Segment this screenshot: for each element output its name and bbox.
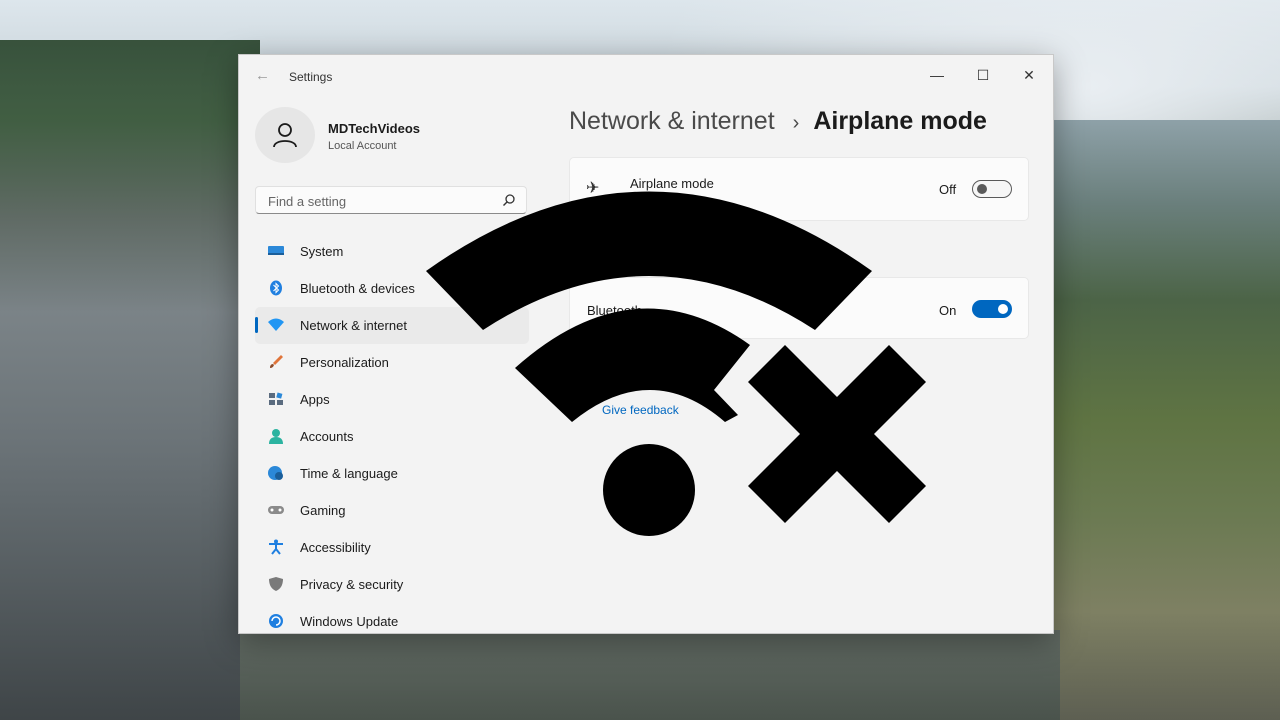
app-title: Settings bbox=[289, 70, 333, 84]
avatar bbox=[255, 107, 315, 163]
sidebar-item-personalization[interactable]: Personalization bbox=[255, 344, 529, 381]
airplane-mode-description: unication bbox=[630, 194, 675, 206]
profile-account-type: Local Account bbox=[328, 140, 397, 152]
globe-clock-icon bbox=[268, 466, 283, 480]
airplane-mode-card: ✈ Airplane mode unication Off bbox=[569, 157, 1029, 221]
bluetooth-icon bbox=[270, 280, 282, 296]
page-title: Airplane mode bbox=[813, 107, 987, 135]
accessibility-icon bbox=[269, 539, 283, 555]
sidebar-item-time-language[interactable]: Time & language bbox=[255, 455, 529, 492]
selection-indicator bbox=[255, 317, 258, 333]
gamepad-icon bbox=[268, 506, 284, 514]
sidebar-item-gaming[interactable]: Gaming bbox=[255, 492, 529, 529]
title-bar: ← Settings — ☐ ✕ bbox=[239, 55, 1053, 99]
bluetooth-toggle-state: On bbox=[939, 303, 957, 318]
shield-icon bbox=[269, 577, 283, 591]
airplane-mode-title: Airplane mode bbox=[630, 176, 714, 191]
sidebar-item-bluetooth[interactable]: Bluetooth & devices bbox=[255, 270, 529, 307]
brush-icon bbox=[270, 355, 283, 368]
sidebar-item-privacy[interactable]: Privacy & security bbox=[255, 566, 529, 603]
sidebar-item-windows-update[interactable]: Windows Update bbox=[255, 603, 529, 633]
search-input[interactable] bbox=[266, 187, 500, 215]
sidebar-item-network[interactable]: Network & internet bbox=[255, 307, 529, 344]
user-icon bbox=[273, 123, 297, 148]
search-box[interactable] bbox=[255, 186, 527, 215]
settings-window: ← Settings — ☐ ✕ MDTechVideos Local Acco… bbox=[238, 54, 1054, 634]
close-button[interactable]: ✕ bbox=[1007, 61, 1051, 89]
sidebar-item-accessibility[interactable]: Accessibility bbox=[255, 529, 529, 566]
sidebar-nav: System Bluetooth & devices Network & int… bbox=[255, 233, 529, 633]
bluetooth-toggle[interactable] bbox=[972, 300, 1012, 318]
give-feedback-link[interactable]: Give feedback bbox=[602, 403, 679, 417]
breadcrumb-separator: › bbox=[792, 112, 800, 134]
background-cliff bbox=[0, 40, 260, 720]
system-icon bbox=[268, 246, 284, 255]
airplane-mode-toggle[interactable] bbox=[972, 180, 1012, 198]
apps-icon bbox=[269, 392, 283, 405]
update-icon bbox=[269, 614, 283, 628]
maximize-button[interactable]: ☐ bbox=[961, 61, 1005, 89]
sidebar-item-accounts[interactable]: Accounts bbox=[255, 418, 529, 455]
back-arrow-icon[interactable]: ← bbox=[255, 67, 273, 85]
wifi-icon bbox=[268, 318, 284, 331]
person-icon bbox=[269, 429, 283, 444]
sidebar-item-apps[interactable]: Apps bbox=[255, 381, 529, 418]
minimize-button[interactable]: — bbox=[915, 61, 959, 89]
sidebar-item-system[interactable]: System bbox=[255, 233, 529, 270]
airplane-toggle-state: Off bbox=[939, 182, 957, 197]
breadcrumb-parent[interactable]: Network & internet bbox=[569, 107, 775, 135]
airplane-icon: ✈ bbox=[586, 180, 600, 197]
breadcrumb: Network & internet › Airplane mode bbox=[569, 107, 987, 147]
search-icon[interactable] bbox=[502, 193, 516, 207]
background-rocks bbox=[240, 630, 1060, 720]
profile-card[interactable]: MDTechVideos Local Account bbox=[255, 107, 535, 163]
bluetooth-card: Bluetooth On bbox=[569, 277, 1029, 339]
bluetooth-title: Bluetooth bbox=[587, 303, 642, 318]
background-trees bbox=[1040, 120, 1280, 720]
profile-name: MDTechVideos bbox=[328, 121, 420, 136]
